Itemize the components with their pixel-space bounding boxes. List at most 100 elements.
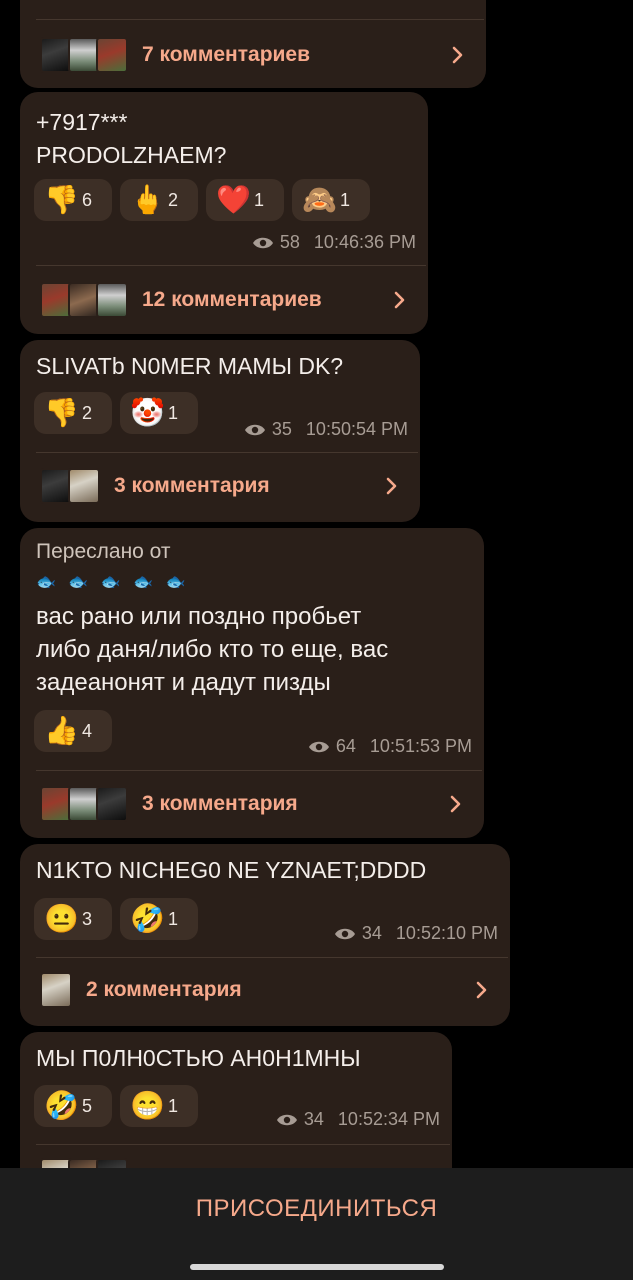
thumbs-up-icon: 👍 (44, 715, 79, 746)
divider (36, 452, 418, 453)
message-meta: 34 10:52:10 PM (334, 923, 498, 944)
message-meta: 58 10:46:36 PM (252, 232, 416, 253)
reactions: 🤣 5 😁 1 (34, 1085, 198, 1127)
commenter-avatars (40, 1158, 128, 1168)
red-heart-icon: ❤️ (216, 184, 251, 215)
comments-count: 3 комментария (142, 792, 298, 815)
join-button[interactable]: ПРИСОЕДИНИТЬСЯ (0, 1168, 633, 1250)
comments-count: 2 комментария (86, 978, 242, 1001)
chevron-right-icon (452, 46, 463, 64)
divider (36, 19, 484, 20)
reaction-monkey[interactable]: 🙈 1 (292, 179, 370, 221)
timestamp: 10:46:36 PM (313, 232, 416, 252)
message-feed[interactable]: 7 комментариев +7917*** PRODOLZHAEM? 👎 6 … (0, 0, 633, 1168)
rolling-laughing-face-icon: 🤣 (130, 903, 165, 934)
reaction-heart[interactable]: ❤️ 1 (206, 179, 284, 221)
comments-link[interactable] (40, 1154, 432, 1168)
thumbs-down-icon: 👎 (44, 397, 79, 428)
avatar (96, 1158, 128, 1168)
comments-link[interactable]: 7 комментариев (40, 33, 466, 77)
views-eye-icon (252, 235, 274, 251)
views-eye-icon (308, 739, 330, 755)
reaction-thumbs-up[interactable]: 👍 4 (34, 710, 112, 752)
see-no-evil-monkey-icon: 🙈 (302, 184, 337, 215)
divider (36, 770, 482, 771)
chevron-right-icon (386, 477, 397, 495)
message-bubble: МЫ П0ЛН0СТЬЮ АН0Н1МНЫ 🤣 5 😁 1 34 10:52:34 … (20, 1032, 452, 1168)
divider (36, 1144, 450, 1145)
comments-count: 7 комментариев (142, 43, 311, 66)
message-bubble: +7917*** PRODOLZHAEM? 👎 6 🖕 2 ❤️ 1 🙈 1 58 10… (20, 92, 428, 334)
comments-link[interactable]: 2 комментария (40, 968, 490, 1012)
reaction-count: 2 (82, 402, 93, 423)
commenter-avatars (40, 37, 128, 73)
rolling-laughing-face-icon: 🤣 (44, 1090, 79, 1121)
commenter-avatars (40, 468, 100, 504)
divider (36, 265, 426, 266)
views-eye-icon (334, 926, 356, 942)
views-eye-icon (244, 422, 266, 438)
message-text: +7917*** PRODOLZHAEM? (36, 109, 227, 168)
message-text: вас рано или поздно пробьет либо даня/ли… (36, 603, 389, 696)
divider (36, 957, 508, 958)
message-bubble: 7 комментариев (20, 0, 486, 88)
message-meta: 35 10:50:54 PM (244, 419, 408, 440)
timestamp: 10:52:34 PM (337, 1109, 440, 1129)
reaction-count: 1 (340, 189, 351, 210)
forwarded-label: Переслано от (36, 540, 171, 563)
commenter-avatars (40, 786, 128, 822)
reaction-count: 3 (82, 908, 93, 929)
timestamp: 10:52:10 PM (395, 923, 498, 943)
commenter-avatars (40, 972, 72, 1008)
commenter-avatars (40, 282, 128, 318)
timestamp: 10:51:53 PM (369, 736, 472, 756)
comments-link[interactable]: 3 комментария (40, 464, 400, 508)
reactions: 👎 6 🖕 2 ❤️ 1 🙈 1 (34, 179, 370, 221)
reaction-count: 1 (168, 402, 179, 423)
comments-count: 12 комментариев (142, 288, 322, 311)
view-count: 34 (361, 923, 382, 943)
reaction-rofl[interactable]: 🤣 5 (34, 1085, 112, 1127)
comments-link[interactable]: 12 комментариев (40, 278, 408, 322)
clown-face-icon: 🤡 (130, 397, 165, 428)
reaction-count: 4 (82, 720, 93, 741)
message-text: МЫ П0ЛН0СТЬЮ АН0Н1МНЫ (36, 1045, 361, 1071)
reaction-thumbs-down[interactable]: 👎 2 (34, 392, 112, 434)
reaction-middle-finger[interactable]: 🖕 2 (120, 179, 198, 221)
reaction-grinning[interactable]: 😁 1 (120, 1085, 198, 1127)
reactions: 😐 3 🤣 1 (34, 898, 198, 940)
reaction-count: 6 (82, 189, 93, 210)
timestamp: 10:50:54 PM (305, 419, 408, 439)
reaction-count: 2 (168, 189, 179, 210)
message-text: SLIVATb N0MER MAMЫ DK? (36, 353, 344, 379)
middle-finger-icon: 🖕 (130, 184, 165, 215)
reaction-thumbs-down[interactable]: 👎 6 (34, 179, 112, 221)
neutral-face-icon: 😐 (44, 903, 79, 934)
forwarded-source[interactable]: 🐟 🐟 🐟 🐟 🐟 (36, 572, 189, 592)
view-count: 64 (335, 736, 356, 756)
message-bubble: Переслано от 🐟 🐟 🐟 🐟 🐟 вас рано или позд… (20, 528, 484, 838)
reaction-rofl[interactable]: 🤣 1 (120, 898, 198, 940)
avatar (68, 468, 100, 504)
chevron-right-icon (450, 795, 461, 813)
chevron-right-icon (476, 981, 487, 999)
reactions: 👎 2 🤡 1 (34, 392, 198, 434)
message-bubble: SLIVATb N0MER MAMЫ DK? 👎 2 🤡 1 35 10:50:54… (20, 340, 420, 522)
reaction-count: 1 (168, 908, 179, 929)
reaction-count: 1 (254, 189, 265, 210)
reactions: 👍 4 (34, 710, 112, 752)
avatar (96, 282, 128, 318)
comments-link[interactable]: 3 комментария (40, 782, 464, 826)
reaction-count: 1 (168, 1095, 179, 1116)
avatar (40, 972, 72, 1008)
reaction-clown[interactable]: 🤡 1 (120, 392, 198, 434)
view-count: 35 (271, 419, 292, 439)
avatar (96, 786, 128, 822)
view-count: 34 (303, 1109, 324, 1129)
bottom-bar: ПРИСОЕДИНИТЬСЯ (0, 1168, 633, 1280)
message-meta: 64 10:51:53 PM (308, 736, 472, 757)
reaction-neutral-face[interactable]: 😐 3 (34, 898, 112, 940)
grinning-face-icon: 😁 (130, 1090, 165, 1121)
home-indicator[interactable] (190, 1264, 444, 1270)
reaction-count: 5 (82, 1095, 93, 1116)
